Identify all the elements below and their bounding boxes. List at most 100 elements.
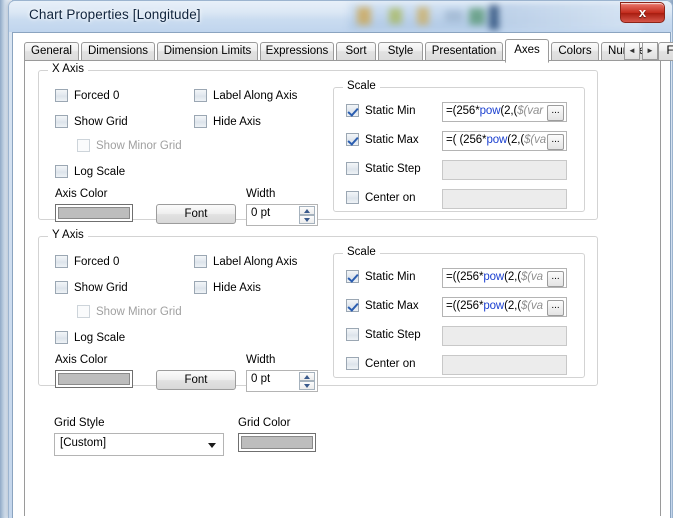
tab-scroll-prev-icon[interactable]: ◄ [624, 42, 640, 60]
x-center-on-checkbox[interactable] [346, 191, 359, 204]
x-axis-group-label: X Axis [48, 63, 88, 75]
y-axis-color-swatch[interactable] [55, 370, 133, 388]
tab-axes[interactable]: Axes [505, 39, 549, 63]
y-label-along-axis-checkbox[interactable] [194, 255, 207, 268]
y-label-along-axis-checkbox-row[interactable]: Label Along Axis [194, 255, 297, 268]
tab-scroll-next-icon[interactable]: ► [642, 42, 658, 60]
y-axis-width-value: 0 pt [251, 373, 271, 385]
x-show-grid-checkbox-row[interactable]: Show Grid [55, 115, 128, 128]
close-button[interactable]: x [620, 2, 665, 23]
y-center-on-checkbox[interactable] [346, 357, 359, 370]
tab-general[interactable]: General [24, 42, 79, 61]
y-static-max-checkbox[interactable] [346, 299, 359, 312]
y-axis-width-spinner[interactable]: 0 pt [246, 370, 318, 392]
x-axis-width-label: Width [246, 188, 276, 200]
y-static-min-checkbox-row[interactable]: Static Min [346, 270, 416, 283]
y-scale-group-label: Scale [343, 246, 380, 258]
y-forced-0-checkbox[interactable] [55, 255, 68, 268]
x-axis-width-spinner[interactable]: 0 pt [246, 204, 318, 226]
y-scale-group: Scale Static Min =((256*pow(2,($(va ... … [333, 246, 585, 378]
y-axis-width-spin-up-icon[interactable] [299, 372, 315, 381]
x-static-max-checkbox[interactable] [346, 133, 359, 146]
x-show-grid-checkbox[interactable] [55, 115, 68, 128]
y-show-grid-checkbox-row[interactable]: Show Grid [55, 281, 128, 294]
x-hide-axis-checkbox-row[interactable]: Hide Axis [194, 115, 261, 128]
grid-style-combo[interactable]: [Custom] [54, 433, 224, 456]
x-static-max-checkbox-row[interactable]: Static Max [346, 133, 419, 146]
y-static-step-checkbox-row[interactable]: Static Step [346, 328, 421, 341]
y-axis-width-label: Width [246, 354, 276, 366]
tab-colors[interactable]: Colors [551, 42, 599, 61]
x-center-on-checkbox-row[interactable]: Center on [346, 191, 416, 204]
y-axis-width-spin-buttons[interactable] [299, 372, 315, 390]
x-axis-width-value: 0 pt [251, 207, 271, 219]
x-static-min-browse-button[interactable]: ... [547, 105, 564, 121]
y-forced-0-label: Forced 0 [74, 255, 120, 268]
x-static-max-expression-field[interactable]: =( (256*pow(2,($(va ... [442, 131, 567, 151]
y-static-min-checkbox[interactable] [346, 270, 359, 283]
x-static-min-checkbox[interactable] [346, 104, 359, 117]
tab-dimension-limits[interactable]: Dimension Limits [157, 42, 258, 61]
x-static-step-label: Static Step [365, 162, 421, 175]
tab-style[interactable]: Style [378, 42, 423, 61]
x-scale-group-label: Scale [343, 80, 380, 92]
grid-style-value: [Custom] [60, 437, 107, 449]
tab-font[interactable]: Font [658, 42, 673, 61]
y-static-min-expression-field[interactable]: =((256*pow(2,($(va ... [442, 268, 567, 288]
tab-presentation[interactable]: Presentation [425, 42, 503, 61]
x-center-on-field [442, 189, 567, 209]
y-static-max-browse-button[interactable]: ... [547, 300, 564, 316]
y-log-scale-checkbox[interactable] [55, 331, 68, 344]
x-label-along-axis-checkbox[interactable] [194, 89, 207, 102]
x-show-grid-label: Show Grid [74, 115, 128, 128]
y-log-scale-checkbox-row[interactable]: Log Scale [55, 331, 125, 344]
x-static-step-checkbox-row[interactable]: Static Step [346, 162, 421, 175]
x-hide-axis-checkbox[interactable] [194, 115, 207, 128]
grid-color-swatch[interactable] [238, 433, 316, 452]
y-static-max-checkbox-row[interactable]: Static Max [346, 299, 419, 312]
x-axis-width-spin-down-icon[interactable] [299, 215, 315, 224]
x-log-scale-checkbox-row[interactable]: Log Scale [55, 165, 125, 178]
y-hide-axis-checkbox-row[interactable]: Hide Axis [194, 281, 261, 294]
y-axis-color-swatch-fill [58, 373, 130, 385]
y-static-min-browse-button[interactable]: ... [547, 271, 564, 287]
tab-strip: General Dimensions Dimension Limits Expr… [24, 39, 673, 63]
x-forced-0-checkbox-row[interactable]: Forced 0 [55, 89, 119, 102]
x-static-min-checkbox-row[interactable]: Static Min [346, 104, 416, 117]
y-hide-axis-checkbox[interactable] [194, 281, 207, 294]
title-bar-blurred-content [349, 3, 641, 30]
x-axis-color-swatch[interactable] [55, 204, 133, 222]
x-static-max-label: Static Max [365, 133, 419, 146]
x-axis-width-spin-up-icon[interactable] [299, 206, 315, 215]
y-axis-width-spin-down-icon[interactable] [299, 381, 315, 390]
x-static-min-expression-text: =(256*pow(2,($(var [446, 105, 543, 117]
x-static-max-expression-text: =( (256*pow(2,($(va [446, 134, 547, 146]
tab-dimensions[interactable]: Dimensions [81, 42, 155, 61]
x-static-max-browse-button[interactable]: ... [547, 134, 564, 150]
chevron-down-icon[interactable] [208, 443, 216, 448]
grid-style-label: Grid Style [54, 417, 105, 429]
chart-properties-dialog: Chart Properties [Longitude] x General D… [8, 0, 673, 518]
x-label-along-axis-checkbox-row[interactable]: Label Along Axis [194, 89, 297, 102]
tab-expressions[interactable]: Expressions [260, 42, 334, 61]
y-show-grid-label: Show Grid [74, 281, 128, 294]
x-forced-0-checkbox[interactable] [55, 89, 68, 102]
x-static-min-expression-field[interactable]: =(256*pow(2,($(var ... [442, 102, 567, 122]
x-static-min-label: Static Min [365, 104, 416, 117]
x-center-on-label: Center on [365, 191, 416, 204]
y-static-step-field [442, 326, 567, 346]
y-static-max-expression-field[interactable]: =((256*pow(2,($(va ... [442, 297, 567, 317]
x-axis-color-label: Axis Color [55, 188, 108, 200]
tab-sort[interactable]: Sort [336, 42, 376, 61]
y-show-grid-checkbox[interactable] [55, 281, 68, 294]
x-static-step-checkbox[interactable] [346, 162, 359, 175]
x-log-scale-checkbox[interactable] [55, 165, 68, 178]
y-axis-font-button[interactable]: Font [156, 370, 236, 390]
y-static-min-expression-text: =((256*pow(2,($(va [446, 271, 543, 283]
y-center-on-checkbox-row[interactable]: Center on [346, 357, 416, 370]
x-axis-width-spin-buttons[interactable] [299, 206, 315, 224]
x-axis-font-button[interactable]: Font [156, 204, 236, 224]
x-log-scale-label: Log Scale [74, 165, 126, 178]
y-static-step-checkbox[interactable] [346, 328, 359, 341]
y-forced-0-checkbox-row[interactable]: Forced 0 [55, 255, 119, 268]
